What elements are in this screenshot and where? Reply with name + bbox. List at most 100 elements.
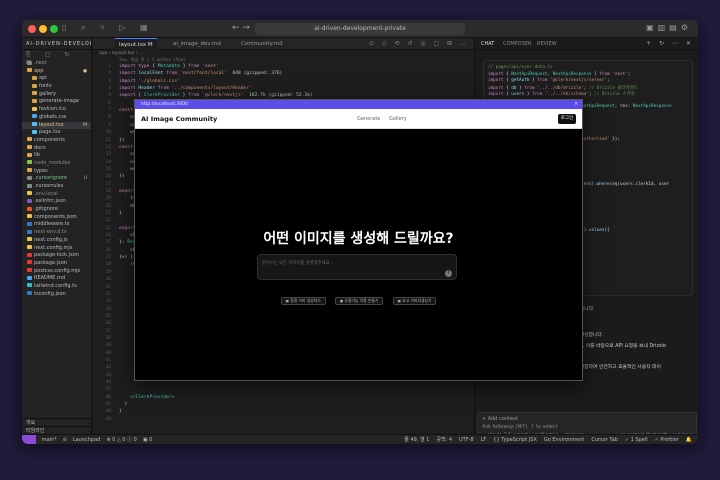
prompt-box[interactable]: 원하시는 모든 이미지를 설명해주세요... ↑ <box>257 254 457 280</box>
tab-review[interactable]: REVIEW <box>537 41 557 47</box>
submit-arrow-icon[interactable]: ↑ <box>445 270 452 277</box>
minimize-window-button[interactable] <box>39 25 47 33</box>
explorer-item[interactable]: .next <box>22 60 91 68</box>
close-icon[interactable]: ✕ <box>574 100 578 109</box>
explorer-item[interactable]: README.md <box>22 275 91 283</box>
code-line[interactable]: export <box>119 189 136 194</box>
code-line[interactable]: }) <box>119 138 125 143</box>
status-item-left[interactable]: ⊗ 0 △ 0 ⓘ 0 <box>106 435 137 444</box>
status-item-right[interactable]: Cursor Tab <box>591 437 618 443</box>
followup-input[interactable]: Ask followup (⌘Y), ↑ to select <box>482 424 558 430</box>
tab-chat[interactable]: CHAT <box>481 41 494 47</box>
explorer-item[interactable]: .cursorrules <box>22 183 91 191</box>
status-item-left[interactable]: ⊘ <box>63 435 67 444</box>
tab-composer[interactable]: COMPOSER <box>503 41 532 47</box>
code-line[interactable]: } <box>119 409 122 414</box>
explorer-item[interactable]: tsconfig.json <box>22 291 91 299</box>
close-window-button[interactable] <box>28 25 36 33</box>
explorer-item[interactable]: middleware.ts <box>22 221 91 229</box>
login-button[interactable]: 로그인 <box>558 114 576 124</box>
add-context-button[interactable]: + Add context <box>482 416 518 422</box>
remote-indicator-icon[interactable] <box>22 435 36 444</box>
explorer-item[interactable]: postcss.config.mjs <box>22 268 91 276</box>
explorer-item[interactable]: components.json <box>22 214 91 222</box>
status-item-right[interactable]: ✓ Prettier <box>655 437 679 443</box>
file-icon <box>27 183 32 188</box>
status-item-left[interactable]: ▣ 0 <box>143 435 153 444</box>
explorer-item[interactable]: .gitignore <box>22 206 91 214</box>
code-line[interactable]: import type { Metadata } from 'next' <box>119 64 219 69</box>
code-line[interactable]: import localFont from 'next/font/local' … <box>119 71 282 76</box>
status-item-right[interactable]: LF <box>481 437 487 443</box>
explorer-item[interactable]: fonts <box>22 83 91 91</box>
browser-url[interactable]: http://localhost:3000 <box>141 102 188 107</box>
status-item-left[interactable]: main* <box>42 435 57 444</box>
line-number: 1 <box>108 64 111 69</box>
explorer-item[interactable]: layout.tsx M <box>22 121 91 130</box>
status-item-right[interactable]: ✓ 1 Spell <box>625 437 648 443</box>
code-line[interactable]: import Header from '../components/layout… <box>119 86 252 91</box>
nav-arrows[interactable]: ← → <box>232 23 250 33</box>
code-line[interactable]: ) <box>119 402 128 407</box>
git-status-badge: U <box>83 176 87 182</box>
prompt-input[interactable]: 원하시는 모든 이미지를 설명해주세요... <box>262 260 333 266</box>
explorer-item[interactable]: app ● <box>22 68 91 76</box>
explorer-item[interactable]: .eslintrc.json <box>22 198 91 206</box>
explorer-item[interactable]: .env.local <box>22 191 91 199</box>
status-item-right[interactable]: 🔔 <box>686 437 692 443</box>
explorer-toolbar[interactable]: ⎘ ▢ ↻ ⊟ <box>22 50 91 66</box>
explorer-item-label: .env.local <box>34 190 58 197</box>
explorer-item[interactable]: page.tsx <box>22 129 91 137</box>
explorer-item[interactable]: generate-image <box>22 98 91 106</box>
explorer-item[interactable]: .cursorignore U <box>22 175 91 183</box>
explorer-item[interactable]: next.config.mjs <box>22 245 91 253</box>
explorer-item[interactable]: components <box>22 137 91 145</box>
explorer-item[interactable]: package-lock.json <box>22 252 91 260</box>
explorer-item[interactable]: lib <box>22 152 91 160</box>
tab-community[interactable]: Community.md <box>237 38 287 50</box>
suggestion-chip-3[interactable]: ▣ 요고 이미지생성기 <box>392 297 437 305</box>
code-line[interactable]: } <box>119 211 122 216</box>
explorer-item[interactable]: api <box>22 75 91 83</box>
explorer-item[interactable]: node_modules <box>22 160 91 168</box>
chat-actions[interactable]: + ↻ ⋯ ✕ <box>646 40 694 47</box>
code-line[interactable]: }) <box>119 174 125 179</box>
nav-gallery[interactable]: Gallery <box>389 116 407 122</box>
nav-generate[interactable]: Generate <box>357 116 380 122</box>
suggestion-chip-1[interactable]: ▣ 몽환 이미 생성하기 <box>280 297 326 305</box>
editor-actions[interactable]: ⊙ ◇ ⟲ ↺ ◎ ▢ ⊞ … <box>369 40 469 47</box>
status-item-right[interactable]: 줄 49, 열 1 <box>404 437 429 443</box>
code-line[interactable]: }>) { <box>119 255 133 260</box>
explorer-item[interactable]: docs <box>22 145 91 153</box>
zoom-window-button[interactable] <box>50 25 58 33</box>
code-line[interactable]: </ClerkProvider> <box>119 395 174 400</box>
explorer-item[interactable]: tailwind.config.ts <box>22 283 91 291</box>
explorer-item[interactable]: globals.css <box>22 114 91 122</box>
timeline-panel[interactable]: 타임라인 <box>22 426 92 434</box>
status-item-right[interactable]: {} TypeScript JSX <box>493 437 537 443</box>
explorer-item[interactable]: types <box>22 168 91 176</box>
layout-icons[interactable]: ▣▥▤⚙ <box>646 23 692 32</box>
code-line[interactable]: export <box>119 226 136 231</box>
line-number: 32 <box>105 291 111 297</box>
code-line[interactable]: import './globals.css' <box>119 79 180 84</box>
explorer-item[interactable]: next.config.js <box>22 237 91 245</box>
status-item-right[interactable]: Go Environment <box>544 437 584 443</box>
browser-url-bar[interactable]: http://localhost:3000 ✕ <box>135 100 582 109</box>
explorer-item[interactable]: package.json <box>22 260 91 268</box>
command-center-search[interactable]: ai-driven-development-private <box>255 23 465 35</box>
explorer-item[interactable]: next-env.d.ts <box>22 229 91 237</box>
status-item-left[interactable]: Launchpad <box>73 435 101 444</box>
explorer-item[interactable]: favicon.ico <box>22 106 91 114</box>
tab-layout-tsx[interactable]: layout.tsx M <box>115 38 157 50</box>
outline-panel[interactable]: 개요 <box>22 418 92 426</box>
explorer-item[interactable]: gallery <box>22 91 91 99</box>
status-item-right[interactable]: UTF-8 <box>459 437 474 443</box>
site-title[interactable]: AI Image Community <box>141 115 217 123</box>
code-line[interactable]: import { ClerkProvider } from '@clerk/ne… <box>119 93 313 98</box>
status-item-right[interactable]: 공백: 4 <box>436 437 452 443</box>
tab-ai-image-dev[interactable]: ai_image_dev.md <box>169 38 225 50</box>
suggestion-chip-2[interactable]: ▣ 유용가능 작품 만들기 <box>334 297 384 305</box>
activity-icons[interactable]: ▯ ⌕ ⑂ ▷ ▦ <box>62 23 154 33</box>
file-icon <box>27 152 32 157</box>
